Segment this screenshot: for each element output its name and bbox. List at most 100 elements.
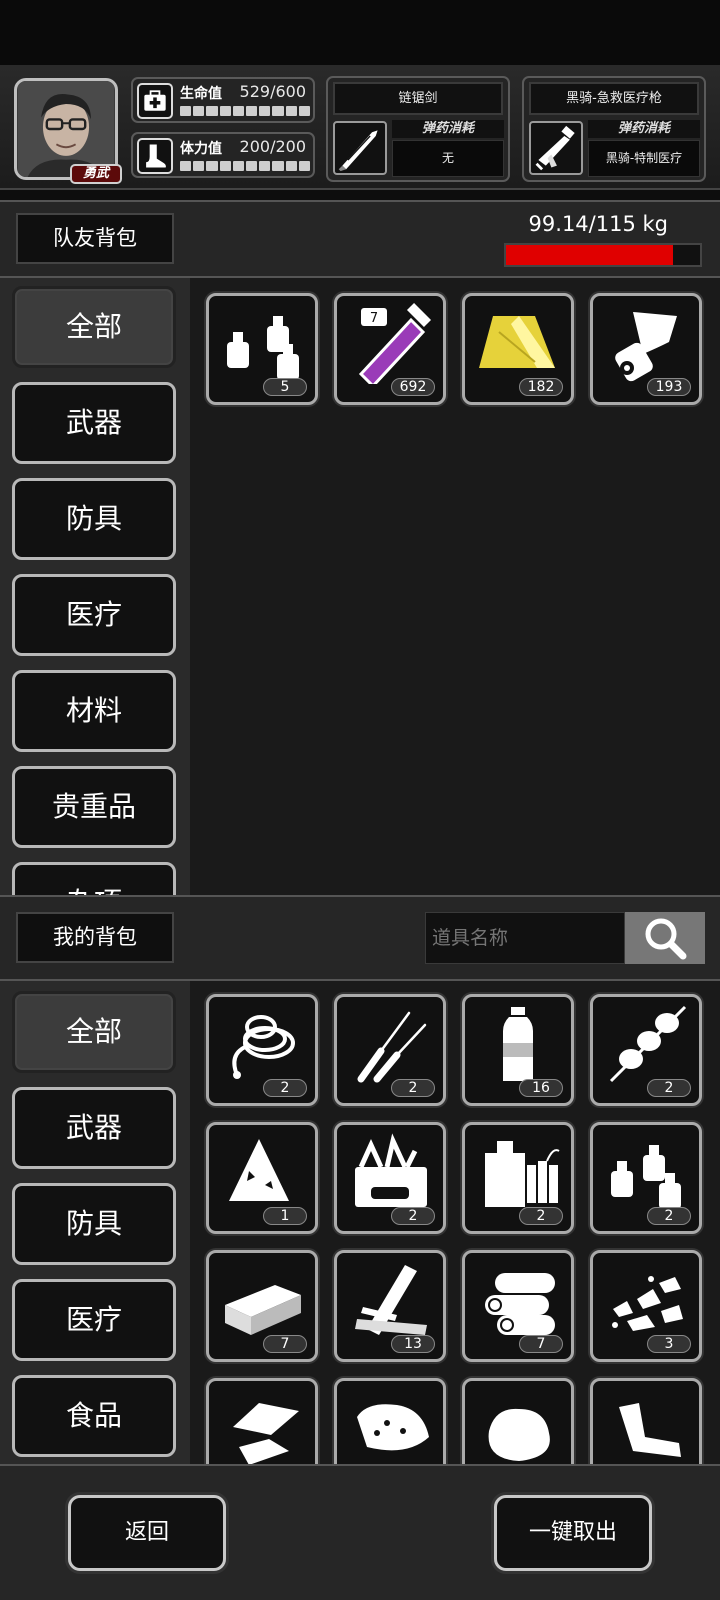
my-tab-all[interactable]: 全部	[12, 991, 176, 1073]
first-aid-kit-icon	[137, 83, 173, 119]
rope-icon	[232, 1015, 295, 1079]
cloth-icon	[479, 316, 555, 368]
item-count: 1	[263, 1207, 307, 1225]
my-item-ore-sack[interactable]	[334, 1378, 446, 1464]
my-item-rubble[interactable]: 3	[590, 1250, 702, 1362]
my-bag-category-list: 全部 武器 防具 医疗 食品	[0, 981, 190, 1464]
my-item-metal-scrap[interactable]	[206, 1378, 318, 1464]
my-bag-grid: 2 2 16 2 1 2 2 2 7 13 7 3	[190, 981, 720, 1464]
my-tab-food[interactable]: 食品	[12, 1375, 176, 1457]
team-tab-armor[interactable]: 防具	[12, 478, 176, 560]
logs-icon	[485, 1273, 555, 1335]
rag-icon	[229, 1139, 289, 1201]
team-bag-grid: 5 7 692 182 193	[190, 278, 720, 895]
team-tab-materials[interactable]: 材料	[12, 670, 176, 752]
team-item-paper-roll[interactable]: 193	[590, 293, 702, 405]
item-count: 2	[519, 1207, 563, 1225]
water-bottle-icon	[503, 1007, 533, 1081]
serum-vial-icon: 7	[358, 302, 432, 384]
character-title-badge: 勇武	[70, 164, 122, 184]
hp-value: 529/600	[239, 82, 306, 101]
stamina-bar	[180, 161, 311, 171]
team-tab-misc[interactable]: 杂项	[12, 862, 176, 895]
my-item-toolbox[interactable]: 2	[334, 1122, 446, 1234]
team-tab-medical[interactable]: 医疗	[12, 574, 176, 656]
my-item-bottles[interactable]: 2	[590, 1122, 702, 1234]
weight-bar	[504, 243, 702, 267]
my-item-planks[interactable]: 13	[334, 1250, 446, 1362]
search-button[interactable]	[625, 912, 705, 964]
primary-ammo-label: 弹药消耗	[392, 120, 504, 138]
secondary-weapon-name: 黑骑-急救医疗枪	[529, 82, 699, 115]
stamina-label: 体力值	[180, 141, 222, 157]
my-tab-weapons[interactable]: 武器	[12, 1087, 176, 1169]
fabric-pile-icon	[488, 1408, 550, 1461]
item-count: 692	[391, 378, 435, 396]
my-item-rag[interactable]: 1	[206, 1122, 318, 1234]
team-tab-all[interactable]: 全部	[12, 286, 176, 368]
my-item-rope[interactable]: 2	[206, 994, 318, 1106]
footer-bar: 返回 一键取出	[0, 1464, 720, 1600]
boot-icon	[137, 138, 173, 174]
my-item-logs[interactable]: 7	[462, 1250, 574, 1362]
stamina-value: 200/200	[239, 137, 306, 156]
my-item-skewer[interactable]: 2	[590, 994, 702, 1106]
portrait-icon	[18, 81, 114, 177]
chainsaw-sword-icon	[333, 121, 387, 175]
my-item-fabric-pile[interactable]	[462, 1378, 574, 1464]
item-count: 7	[519, 1335, 563, 1353]
ore-sack-icon	[357, 1404, 429, 1451]
my-item-bent-pipe[interactable]	[590, 1378, 702, 1464]
my-bag-title: 我的背包	[16, 912, 174, 963]
lockpicks-icon	[357, 1011, 427, 1083]
metal-scrap-icon	[233, 1403, 299, 1464]
team-bag-category-list: 全部 武器 防具 医疗 材料 贵重品 杂项	[0, 278, 190, 895]
bottles-icon	[611, 1145, 681, 1209]
bent-pipe-icon	[619, 1403, 681, 1457]
item-count: 13	[391, 1335, 435, 1353]
team-item-cloth[interactable]: 182	[462, 293, 574, 405]
item-count: 7	[263, 1335, 307, 1353]
status-bar	[0, 0, 720, 65]
team-tab-valuables[interactable]: 贵重品	[12, 766, 176, 848]
planks-icon	[355, 1265, 427, 1335]
primary-weapon-panel[interactable]: 链锯剑 弹药消耗 无	[326, 76, 510, 182]
item-search-input[interactable]	[425, 912, 625, 964]
my-item-dynamite[interactable]: 2	[462, 1122, 574, 1234]
svg-text:7: 7	[370, 311, 378, 326]
item-count: 3	[647, 1335, 691, 1353]
character-header: 勇武 生命值 529/600 体力值 200/200 链锯剑 弹药消耗 无 黑骑…	[0, 65, 720, 190]
toolbox-icon	[355, 1133, 427, 1207]
item-count: 182	[519, 378, 563, 396]
my-tab-armor[interactable]: 防具	[12, 1183, 176, 1265]
take-all-button[interactable]: 一键取出	[494, 1495, 652, 1571]
my-item-lockpicks[interactable]: 2	[334, 994, 446, 1106]
meat-skewer-icon	[609, 1005, 687, 1083]
team-bag-weight: 99.14/115 kg	[528, 212, 668, 236]
search-icon	[645, 918, 687, 960]
item-count: 16	[519, 1079, 563, 1097]
item-count: 2	[647, 1207, 691, 1225]
secondary-ammo-label: 弹药消耗	[588, 120, 700, 138]
my-item-water[interactable]: 16	[462, 994, 574, 1106]
stamina-stat: 体力值 200/200	[131, 132, 315, 178]
team-bag-header: 队友背包 99.14/115 kg	[0, 200, 720, 278]
bottles-icon	[227, 316, 299, 380]
item-count: 2	[391, 1207, 435, 1225]
back-button[interactable]: 返回	[68, 1495, 226, 1571]
item-count: 2	[391, 1079, 435, 1097]
primary-weapon-name: 链锯剑	[333, 82, 503, 115]
secondary-weapon-panel[interactable]: 黑骑-急救医疗枪 弹药消耗 黑骑-特制医疗	[522, 76, 706, 182]
medic-gun-icon	[529, 121, 583, 175]
team-item-serum[interactable]: 7 692	[334, 293, 446, 405]
primary-ammo-value: 无	[392, 140, 504, 177]
item-count: 2	[647, 1079, 691, 1097]
team-tab-weapons[interactable]: 武器	[12, 382, 176, 464]
team-bag-title: 队友背包	[16, 213, 174, 264]
my-item-brick[interactable]: 7	[206, 1250, 318, 1362]
weight-bar-fill	[506, 245, 674, 265]
secondary-ammo-value: 黑骑-特制医疗	[588, 140, 700, 177]
my-tab-medical[interactable]: 医疗	[12, 1279, 176, 1361]
paper-roll-icon	[615, 312, 677, 382]
team-item-bottles[interactable]: 5	[206, 293, 318, 405]
